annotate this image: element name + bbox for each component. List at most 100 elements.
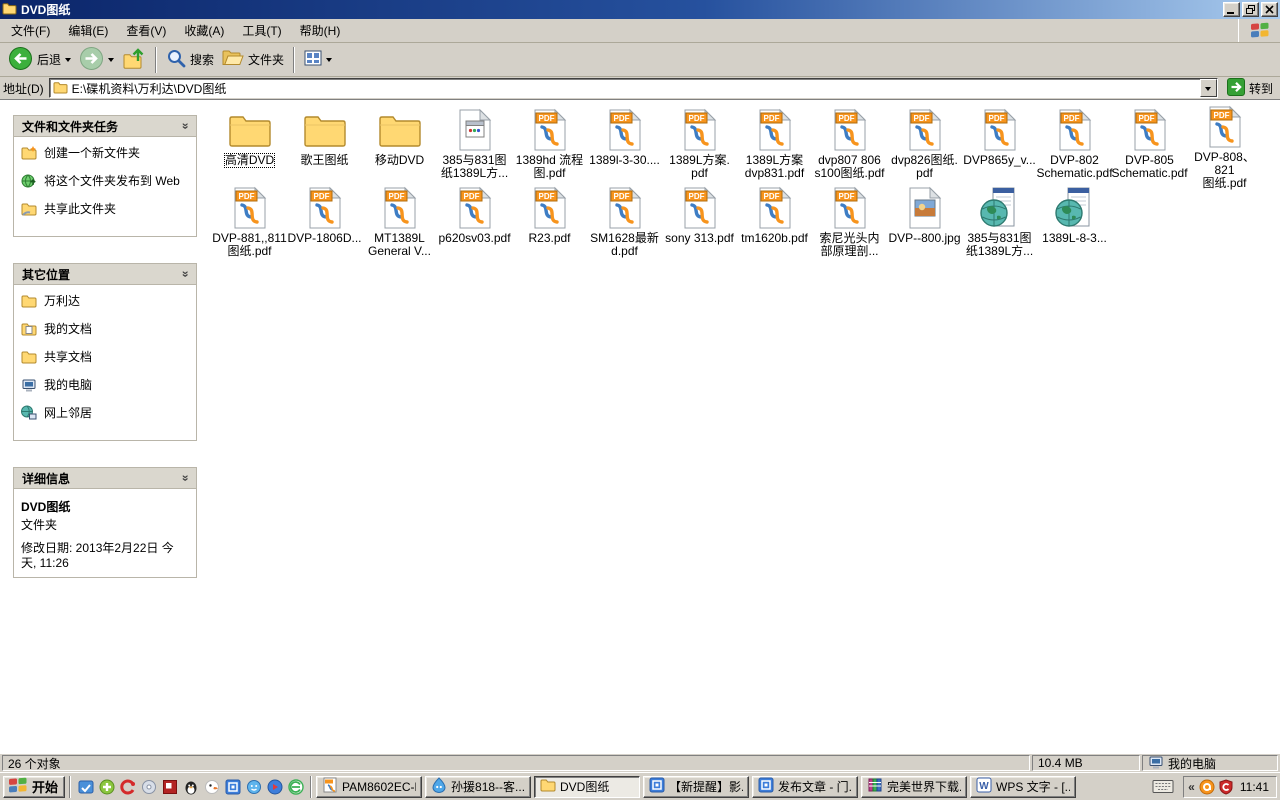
- task-button[interactable]: 孙援818--客...: [425, 776, 531, 798]
- file-item[interactable]: PDFDVP-802 Schematic.pdf: [1037, 103, 1112, 181]
- red-cp-icon[interactable]: [159, 776, 180, 798]
- tray-expand-chevron[interactable]: «: [1188, 780, 1195, 794]
- views-button[interactable]: [300, 45, 336, 75]
- red-swirl-icon[interactable]: [117, 776, 138, 798]
- menu-bar: 文件(F)编辑(E)查看(V)收藏(A)工具(T)帮助(H): [0, 19, 1280, 43]
- address-dropdown-button[interactable]: [1200, 79, 1217, 97]
- task-button-label: WPS 文字 - [...: [996, 778, 1070, 795]
- menu-item-3[interactable]: 收藏(A): [175, 18, 233, 43]
- forward-dropdown-icon[interactable]: [108, 58, 114, 65]
- file-item[interactable]: 歌王图纸: [287, 103, 362, 181]
- file-item[interactable]: PDFtm1620b.pdf: [737, 181, 812, 259]
- file-item[interactable]: PDF1389l-3-30....: [587, 103, 662, 181]
- disc-icon[interactable]: [138, 776, 159, 798]
- views-dropdown-icon[interactable]: [326, 58, 332, 65]
- sidebar-item[interactable]: 共享此文件夹: [21, 202, 189, 221]
- folders-button[interactable]: 文件夹: [218, 45, 288, 75]
- blue-app-icon[interactable]: [75, 776, 96, 798]
- file-item[interactable]: PDFDVP-881,,811 图纸.pdf: [212, 181, 287, 259]
- address-bar: 地址(D) 转到: [0, 77, 1280, 100]
- task-button-label: 发布文章 - 门...: [778, 778, 852, 795]
- green-plus-icon[interactable]: [96, 776, 117, 798]
- file-item[interactable]: PDFsony 313.pdf: [662, 181, 737, 259]
- task-button[interactable]: W WPS 文字 - [...: [970, 776, 1076, 798]
- file-item[interactable]: PDFdvp826图纸. pdf: [887, 103, 962, 181]
- svg-text:PDF: PDF: [688, 114, 704, 123]
- blue-forum-icon[interactable]: [222, 776, 243, 798]
- sidebar-item[interactable]: 我的电脑: [21, 378, 189, 397]
- file-item[interactable]: PDFdvp807 806 s100图纸.pdf: [812, 103, 887, 181]
- sidebar-item[interactable]: 共享文档: [21, 350, 189, 369]
- file-item[interactable]: PDFR23.pdf: [512, 181, 587, 259]
- file-item[interactable]: 高清DVD: [212, 103, 287, 181]
- qq-penguin-icon[interactable]: [180, 776, 201, 798]
- pdf-icon: PDF: [828, 183, 872, 230]
- details-header[interactable]: 详细信息 «: [14, 468, 196, 489]
- task-button[interactable]: 发布文章 - 门...: [752, 776, 858, 798]
- svg-text:W: W: [979, 781, 989, 792]
- search-button[interactable]: 搜索: [162, 45, 218, 75]
- start-button[interactable]: 开始: [3, 776, 65, 798]
- file-item[interactable]: 1389L-8-3...: [1037, 181, 1112, 259]
- back-dropdown-icon[interactable]: [65, 58, 71, 65]
- task-button[interactable]: PAM8602EC-R...: [316, 776, 422, 798]
- html-icon: [1053, 183, 1097, 230]
- sidebar-item[interactable]: 我的文档: [21, 322, 189, 341]
- forward-button[interactable]: [75, 45, 118, 75]
- file-item[interactable]: 移动DVD: [362, 103, 437, 181]
- sidebar-item[interactable]: 万利达: [21, 294, 189, 313]
- file-item[interactable]: PDFSM1628最新 d.pdf: [587, 181, 662, 259]
- menu-item-1[interactable]: 编辑(E): [59, 18, 117, 43]
- sidebar-item[interactable]: 网上邻居: [21, 406, 189, 425]
- menu-item-5[interactable]: 帮助(H): [291, 18, 350, 43]
- my-computer-icon: [21, 378, 37, 397]
- file-label: sony 313.pdf: [665, 232, 734, 245]
- green-e-icon[interactable]: [285, 776, 306, 798]
- file-item[interactable]: DVP--800.jpg: [887, 181, 962, 259]
- address-field[interactable]: [49, 78, 1218, 98]
- collapse-chevron-icon[interactable]: «: [178, 271, 192, 278]
- file-item[interactable]: PDFDVP-808、821 图纸.pdf: [1187, 103, 1262, 181]
- back-button[interactable]: 后退: [4, 45, 75, 75]
- up-button[interactable]: [118, 45, 150, 75]
- other-places-header[interactable]: 其它位置 «: [14, 264, 196, 285]
- task-button[interactable]: 完美世界下载...: [861, 776, 967, 798]
- folder-icon: [303, 105, 347, 152]
- player-icon[interactable]: [264, 776, 285, 798]
- collapse-chevron-icon[interactable]: «: [178, 475, 192, 482]
- wangwang-icon[interactable]: [243, 776, 264, 798]
- orange-ring-icon[interactable]: [1199, 779, 1215, 795]
- file-item[interactable]: PDFDVP-805 Schematic.pdf: [1112, 103, 1187, 181]
- address-input[interactable]: [72, 81, 1200, 95]
- file-item[interactable]: PDF1389hd 流程 图.pdf: [512, 103, 587, 181]
- red-shield-icon[interactable]: [1218, 779, 1234, 795]
- task-button[interactable]: 【新提醒】影...: [643, 776, 749, 798]
- svg-text:PDF: PDF: [838, 192, 854, 201]
- menu-item-2[interactable]: 查看(V): [117, 18, 175, 43]
- duck-icon[interactable]: [201, 776, 222, 798]
- minimize-button[interactable]: [1223, 2, 1240, 17]
- file-item[interactable]: PDFDVP-1806D...: [287, 181, 362, 259]
- menu-item-4[interactable]: 工具(T): [233, 18, 290, 43]
- file-item[interactable]: PDF1389L方案. pdf: [662, 103, 737, 181]
- menu-item-0[interactable]: 文件(F): [2, 18, 59, 43]
- collapse-chevron-icon[interactable]: «: [178, 123, 192, 130]
- file-item[interactable]: PDFDVP865y_v...: [962, 103, 1037, 181]
- close-button[interactable]: [1261, 2, 1278, 17]
- sidebar-item[interactable]: 创建一个新文件夹: [21, 146, 189, 165]
- file-tasks-header[interactable]: 文件和文件夹任务 «: [14, 116, 196, 137]
- file-item[interactable]: PDFp620sv03.pdf: [437, 181, 512, 259]
- input-method-button[interactable]: [1147, 776, 1179, 798]
- pdf-icon: PDF: [303, 183, 347, 230]
- file-item[interactable]: 385与831图 纸1389L方...: [437, 103, 512, 181]
- go-button[interactable]: 转到: [1223, 78, 1277, 99]
- restore-button[interactable]: [1242, 2, 1259, 17]
- file-item[interactable]: 385与831图 纸1389L方...: [962, 181, 1037, 259]
- file-item[interactable]: PDF索尼光头内 部原理剖...: [812, 181, 887, 259]
- task-button[interactable]: DVD图纸: [534, 776, 640, 798]
- file-label: DVP-805 Schematic.pdf: [1111, 154, 1187, 180]
- sidebar-item[interactable]: 将这个文件夹发布到 Web: [21, 174, 189, 193]
- file-item[interactable]: PDF1389L方案 dvp831.pdf: [737, 103, 812, 181]
- file-item[interactable]: PDFMT1389L General V...: [362, 181, 437, 259]
- other-places-items: 万利达我的文档共享文档我的电脑网上邻居: [14, 285, 196, 440]
